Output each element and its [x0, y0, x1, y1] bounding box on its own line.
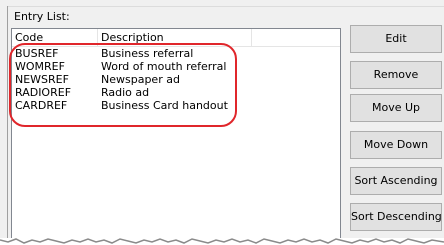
row-code: RADIOREF [15, 86, 72, 99]
row-description: Business referral [101, 47, 194, 60]
list-row[interactable]: RADIOREF Radio ad [12, 86, 340, 99]
row-description: Radio ad [101, 86, 150, 99]
list-header: Code Description [12, 29, 340, 47]
entry-list-view[interactable]: Code Description BUSREF Business referra… [11, 28, 341, 245]
remove-button[interactable]: Remove [350, 61, 442, 89]
move-up-button[interactable]: Move Up [350, 94, 442, 122]
sort-descending-button[interactable]: Sort Descending [350, 203, 442, 231]
row-description: Word of mouth referral [101, 60, 227, 73]
torn-edge [0, 238, 444, 245]
row-description: Newspaper ad [101, 73, 180, 86]
row-code: NEWSREF [15, 73, 69, 86]
group-border-top [7, 6, 444, 7]
column-header-description[interactable]: Description [98, 29, 252, 46]
entry-list-label: Entry List: [14, 10, 70, 23]
row-code: CARDREF [15, 99, 68, 112]
column-header-code[interactable]: Code [12, 29, 98, 46]
list-row[interactable]: BUSREF Business referral [12, 47, 340, 60]
list-body: BUSREF Business referral WOMREF Word of … [12, 47, 340, 112]
edit-button[interactable]: Edit [350, 25, 442, 53]
list-row[interactable]: WOMREF Word of mouth referral [12, 60, 340, 73]
row-description: Business Card handout [101, 99, 228, 112]
move-down-button[interactable]: Move Down [350, 131, 442, 159]
list-row[interactable]: NEWSREF Newspaper ad [12, 73, 340, 86]
row-code: WOMREF [15, 60, 65, 73]
sort-ascending-button[interactable]: Sort Ascending [350, 167, 442, 195]
list-row[interactable]: CARDREF Business Card handout [12, 99, 340, 112]
row-code: BUSREF [15, 47, 59, 60]
group-border-left [7, 6, 8, 245]
